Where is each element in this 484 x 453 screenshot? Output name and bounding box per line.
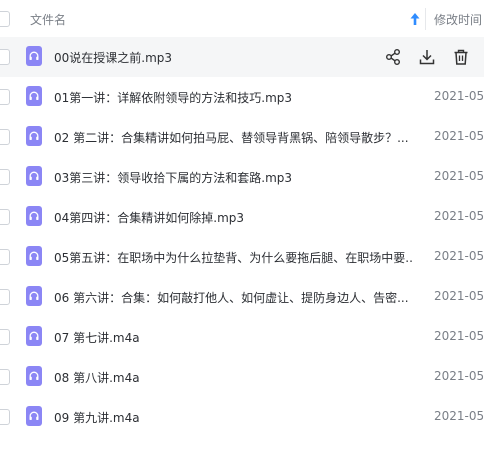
file-row[interactable]: 07 第七讲.m4a 2021-05- — [0, 317, 484, 357]
row-checkbox[interactable] — [0, 89, 10, 105]
headphones-audio-icon — [26, 86, 42, 106]
file-modified-date: 2021-05- — [434, 289, 484, 303]
row-checkbox[interactable] — [0, 369, 10, 385]
file-modified-date: 2021-05- — [434, 169, 484, 183]
headphones-audio-icon — [26, 326, 42, 346]
file-name[interactable]: 00说在授课之前.mp3 — [54, 49, 374, 66]
row-checkbox[interactable] — [0, 409, 10, 425]
download-icon[interactable] — [417, 47, 437, 67]
file-row[interactable]: 00说在授课之前.mp3 — [0, 37, 484, 77]
file-modified-date: 2021-05- — [434, 409, 484, 423]
row-checkbox[interactable] — [0, 249, 10, 265]
headphones-audio-icon — [26, 166, 42, 186]
row-checkbox[interactable] — [0, 129, 10, 145]
select-all-checkbox[interactable] — [0, 11, 10, 27]
row-checkbox[interactable] — [0, 289, 10, 305]
file-modified-date: 2021-05- — [434, 369, 484, 383]
file-name[interactable]: 03第三讲：领导收拾下属的方法和套路.mp3 — [54, 169, 414, 186]
file-name[interactable]: 01第一讲：详解依附领导的方法和技巧.mp3 — [54, 89, 414, 106]
file-name[interactable]: 04第四讲：合集精讲如何除掉.mp3 — [54, 209, 414, 226]
column-header-modified-time[interactable]: 修改时间 — [434, 11, 482, 28]
row-checkbox[interactable] — [0, 209, 10, 225]
headphones-audio-icon — [26, 366, 42, 386]
file-row[interactable]: 06 第六讲：合集：如何敲打他人、如何虚让、提防身边人、告密... 2021-05… — [0, 277, 484, 317]
row-checkbox[interactable] — [0, 169, 10, 185]
row-checkbox[interactable] — [0, 329, 10, 345]
file-name[interactable]: 02 第二讲：合集精讲如何拍马屁、替领导背黑锅、陪领导散步？... — [54, 129, 414, 146]
file-modified-date: 2021-05- — [434, 249, 484, 263]
row-checkbox[interactable] — [0, 49, 10, 65]
file-row[interactable]: 03第三讲：领导收拾下属的方法和套路.mp3 2021-05- — [0, 157, 484, 197]
file-name[interactable]: 05第五讲：在职场中为什么拉垫背、为什么要拖后腿、在职场中要... — [54, 249, 414, 266]
headphones-audio-icon — [26, 286, 42, 306]
file-name[interactable]: 09 第九讲.m4a — [54, 409, 414, 426]
file-name[interactable]: 07 第七讲.m4a — [54, 329, 414, 346]
headphones-audio-icon — [26, 206, 42, 226]
file-row[interactable]: 09 第九讲.m4a 2021-05- — [0, 397, 484, 437]
file-name[interactable]: 06 第六讲：合集：如何敲打他人、如何虚让、提防身边人、告密... — [54, 289, 414, 306]
column-divider[interactable] — [425, 8, 426, 30]
file-modified-date: 2021-05- — [434, 209, 484, 223]
file-row[interactable]: 02 第二讲：合集精讲如何拍马屁、替领导背黑锅、陪领导散步？... 2021-05… — [0, 117, 484, 157]
file-row[interactable]: 05第五讲：在职场中为什么拉垫背、为什么要拖后腿、在职场中要... 2021-05… — [0, 237, 484, 277]
file-list-header: 文件名 修改时间 — [0, 0, 484, 39]
file-modified-date: 2021-05- — [434, 329, 484, 343]
file-modified-date: 2021-05- — [434, 129, 484, 143]
headphones-audio-icon — [26, 406, 42, 426]
file-row[interactable]: 01第一讲：详解依附领导的方法和技巧.mp3 2021-05- — [0, 77, 484, 117]
headphones-audio-icon — [26, 246, 42, 266]
file-name[interactable]: 08 第八讲.m4a — [54, 369, 414, 386]
headphones-audio-icon — [26, 46, 42, 66]
file-modified-date: 2021-05- — [434, 89, 484, 103]
share-icon[interactable] — [383, 47, 403, 67]
headphones-audio-icon — [26, 126, 42, 146]
trash-icon[interactable] — [451, 47, 471, 67]
column-header-filename[interactable]: 文件名 — [30, 11, 66, 28]
file-row[interactable]: 08 第八讲.m4a 2021-05- — [0, 357, 484, 397]
sort-ascending-arrow-icon[interactable] — [408, 11, 422, 27]
file-row[interactable]: 04第四讲：合集精讲如何除掉.mp3 2021-05- — [0, 197, 484, 237]
